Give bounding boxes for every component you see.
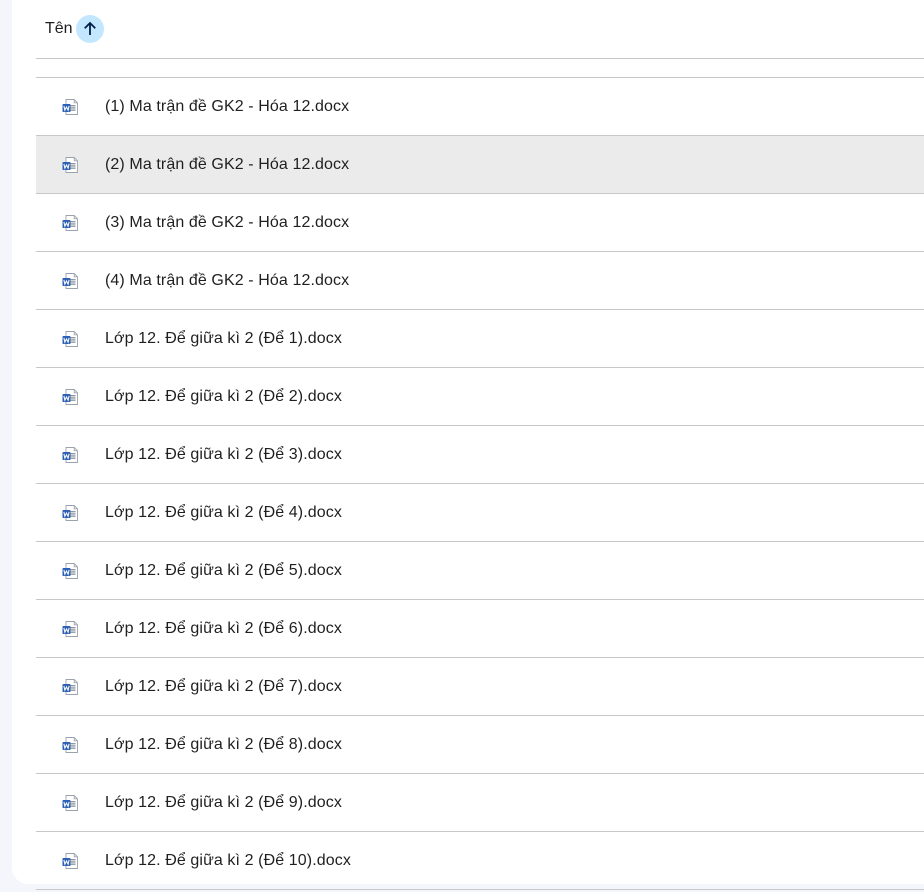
word-doc-icon <box>60 851 80 871</box>
file-row[interactable]: Lớp 12. Để giữa kì 2 (Để 9).docx <box>36 774 924 832</box>
word-doc-icon <box>60 677 80 697</box>
word-doc-icon <box>60 387 80 407</box>
file-name: Lớp 12. Để giữa kì 2 (Để 6).docx <box>105 619 342 637</box>
word-doc-icon <box>60 329 80 349</box>
file-name: Lớp 12. Để giữa kì 2 (Để 2).docx <box>105 387 342 405</box>
file-name: Lớp 12. Để giữa kì 2 (Để 8).docx <box>105 735 342 753</box>
file-name: Lớp 12. Để giữa kì 2 (Để 1).docx <box>105 329 342 347</box>
list-header: Tên <box>36 0 924 59</box>
word-doc-icon <box>60 445 80 465</box>
file-row[interactable]: Lớp 12. Để giữa kì 2 (Để 7).docx <box>36 658 924 716</box>
sort-ascending-button[interactable] <box>75 15 104 43</box>
file-row[interactable]: (2) Ma trận đề GK2 - Hóa 12.docx <box>36 136 924 194</box>
file-name: Lớp 12. Để giữa kì 2 (Để 5).docx <box>105 561 342 579</box>
arrow-up-icon <box>83 21 96 35</box>
word-doc-icon <box>60 271 80 291</box>
word-doc-icon <box>60 793 80 813</box>
file-name: Lớp 12. Để giữa kì 2 (Để 4).docx <box>105 503 342 521</box>
file-row[interactable]: Lớp 12. Để giữa kì 2 (Để 10).docx <box>36 832 924 890</box>
word-doc-icon <box>60 155 80 175</box>
file-name: Lớp 12. Để giữa kì 2 (Để 7).docx <box>105 677 342 695</box>
file-row[interactable]: Lớp 12. Để giữa kì 2 (Để 1).docx <box>36 310 924 368</box>
word-doc-icon <box>60 503 80 523</box>
file-name: Lớp 12. Để giữa kì 2 (Để 10).docx <box>105 851 351 869</box>
file-name: Lớp 12. Để giữa kì 2 (Để 3).docx <box>105 445 342 463</box>
file-row[interactable]: Lớp 12. Để giữa kì 2 (Để 2).docx <box>36 368 924 426</box>
file-row[interactable]: (1) Ma trận đề GK2 - Hóa 12.docx <box>36 78 924 136</box>
file-list: (1) Ma trận đề GK2 - Hóa 12.docx (2) Ma … <box>36 78 924 890</box>
word-doc-icon <box>60 97 80 117</box>
file-row[interactable]: (3) Ma trận đề GK2 - Hóa 12.docx <box>36 194 924 252</box>
file-row[interactable]: Lớp 12. Để giữa kì 2 (Để 6).docx <box>36 600 924 658</box>
file-name: (4) Ma trận đề GK2 - Hóa 12.docx <box>105 271 350 289</box>
file-list-panel: Tên (1) Ma trận đề GK2 - Hóa 12.docx (2)… <box>12 0 924 890</box>
name-column-header[interactable]: Tên <box>45 20 73 38</box>
file-name: (2) Ma trận đề GK2 - Hóa 12.docx <box>105 155 350 173</box>
word-doc-icon <box>60 561 80 581</box>
list-spacer <box>36 59 924 78</box>
file-row[interactable]: Lớp 12. Để giữa kì 2 (Để 8).docx <box>36 716 924 774</box>
word-doc-icon <box>60 735 80 755</box>
file-row[interactable]: Lớp 12. Để giữa kì 2 (Để 5).docx <box>36 542 924 600</box>
file-name: (3) Ma trận đề GK2 - Hóa 12.docx <box>105 213 350 231</box>
file-row[interactable]: (4) Ma trận đề GK2 - Hóa 12.docx <box>36 252 924 310</box>
file-row[interactable]: Lớp 12. Để giữa kì 2 (Để 3).docx <box>36 426 924 484</box>
file-name: (1) Ma trận đề GK2 - Hóa 12.docx <box>105 97 350 115</box>
word-doc-icon <box>60 213 80 233</box>
file-name: Lớp 12. Để giữa kì 2 (Để 9).docx <box>105 793 342 811</box>
word-doc-icon <box>60 619 80 639</box>
file-row[interactable]: Lớp 12. Để giữa kì 2 (Để 4).docx <box>36 484 924 542</box>
